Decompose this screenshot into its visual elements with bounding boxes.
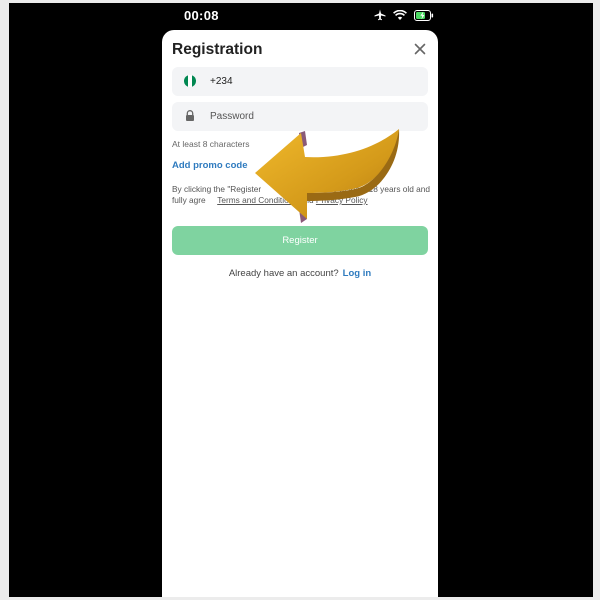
add-promo-code-link[interactable]: Add promo code: [172, 160, 247, 171]
phone-input[interactable]: [210, 67, 420, 96]
terms-and-conditions-link[interactable]: Terms and Conditions: [217, 195, 297, 205]
flag-stripe-right: [192, 75, 196, 87]
airplane-icon: [374, 9, 386, 21]
close-icon[interactable]: [412, 41, 428, 57]
password-field[interactable]: [172, 102, 428, 131]
status-bar: 00:08: [9, 3, 593, 29]
terms-text: By clicking the "Register t you are at l…: [172, 184, 430, 206]
wifi-icon: [393, 9, 407, 20]
country-flag-icon[interactable]: [183, 74, 197, 88]
login-link[interactable]: Log in: [343, 268, 372, 279]
password-hint: At least 8 characters: [172, 139, 250, 149]
privacy-policy-link[interactable]: Privacy Policy: [316, 195, 368, 205]
status-icons: [374, 8, 434, 22]
registration-sheet: Registration At least 8 characters Add p…: [162, 30, 438, 597]
battery-charging-icon: [414, 9, 434, 21]
terms-prefix: By clicking the "Register: [172, 184, 262, 194]
password-input[interactable]: [210, 102, 420, 131]
phone-screen: 00:08 Registration +234 At least 8 chara…: [9, 3, 593, 597]
lock-icon: [186, 110, 194, 121]
page-title: Registration: [172, 41, 263, 58]
register-button[interactable]: Register: [172, 226, 428, 255]
terms-and: and: [299, 195, 314, 205]
status-time: 00:08: [184, 8, 219, 23]
phone-field[interactable]: [172, 67, 428, 96]
login-prompt: Already have an account?: [228, 268, 339, 279]
login-row: Already have an account? Log in: [162, 268, 438, 279]
